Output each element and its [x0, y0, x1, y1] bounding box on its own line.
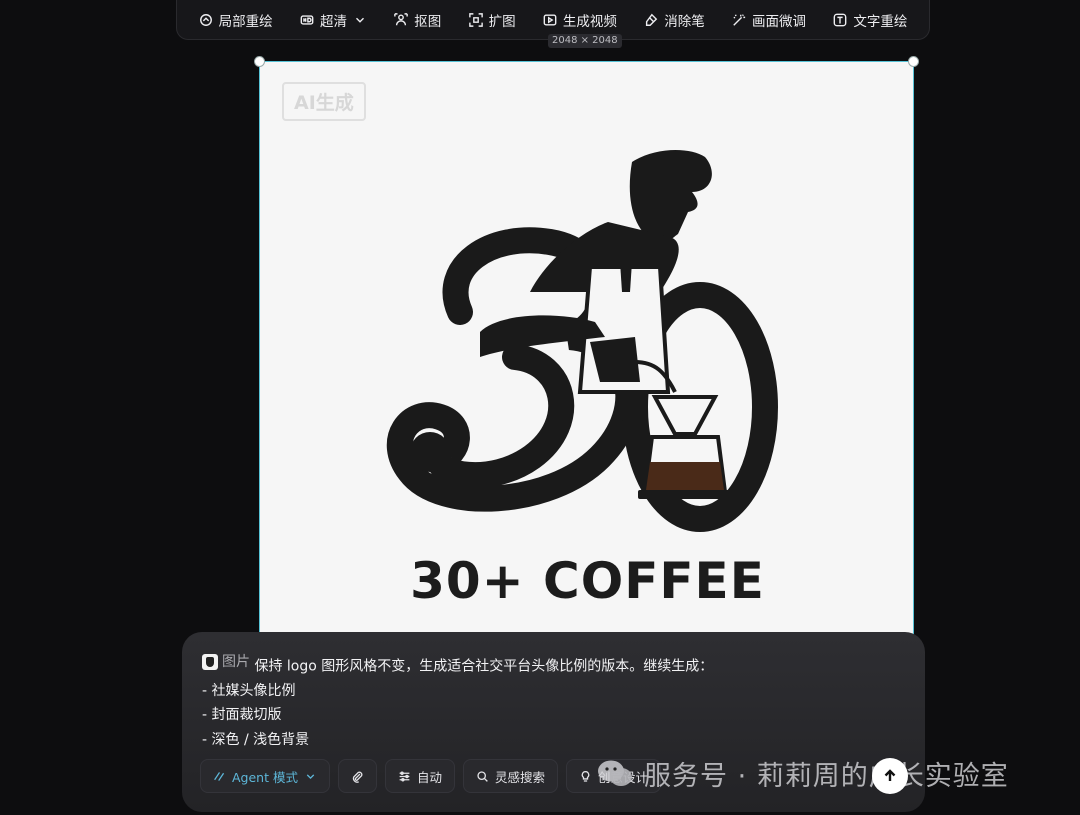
hd-icon [300, 14, 314, 25]
eraser-icon [646, 13, 658, 26]
hd-label: 超清 [319, 13, 347, 30]
text-redraw-button[interactable]: 文字重绘 [833, 10, 907, 30]
chevron-down-icon [306, 773, 315, 779]
three-ball-terminal [410, 432, 450, 472]
prompt-text: 保持 logo 图形风格不变，生成适合社交平台头像比例的版本。继续生成： [254, 658, 714, 675]
cutout-icon [394, 12, 409, 25]
fine-tune-button[interactable]: 画面微调 [732, 10, 806, 30]
resize-handle-top-left[interactable] [254, 56, 265, 67]
image-thumbnail [202, 654, 218, 671]
brand-text: 30+ COFFEE [410, 552, 765, 610]
expand-label: 扩图 [488, 13, 516, 30]
prompt-actions: Agent 模式 自动 灵感搜索 创意设计 [200, 759, 662, 793]
auto-label: 自动 [416, 769, 442, 785]
inpaint-button[interactable]: 局部重绘 [199, 10, 273, 30]
inspiration-search-button[interactable]: 灵感搜索 [463, 759, 559, 793]
prompt-bullet: - 封面裁切版 [202, 707, 282, 724]
agent-icon [214, 771, 225, 781]
carafe-base [638, 490, 730, 499]
resize-handle-top-right[interactable] [908, 56, 919, 67]
image-dimensions: 2048 × 2048 [548, 34, 622, 48]
carafe-coffee [646, 462, 724, 490]
text-icon [833, 13, 847, 26]
coffee-logo-graphic [386, 150, 778, 532]
eraser-label: 消除笔 [664, 13, 705, 30]
expand-icon [468, 12, 483, 27]
prompt-bullet: - 深色 / 浅色背景 [202, 731, 310, 748]
agent-mode-dropdown[interactable]: Agent 模式 [200, 759, 330, 793]
creative-design-button[interactable]: 创意设计 [566, 759, 662, 793]
send-button[interactable] [872, 758, 908, 794]
text-redraw-label: 文字重绘 [853, 13, 908, 30]
dripper [651, 395, 719, 436]
generate-video-button[interactable]: 生成视频 [543, 10, 617, 30]
creative-label: 创意设计 [598, 769, 649, 785]
cutout-label: 抠图 [414, 13, 442, 30]
expand-button[interactable]: 扩图 [468, 10, 516, 30]
inpaint-icon [199, 13, 212, 26]
agent-mode-label: Agent 模式 [232, 769, 298, 785]
prompt-first-line[interactable]: 图片 保持 logo 图形风格不变，生成适合社交平台头像比例的版本。继续生成： [202, 650, 905, 679]
wand-icon [733, 13, 746, 26]
play-video-icon [543, 13, 557, 26]
search-icon [477, 770, 488, 782]
chevron-down-icon [355, 17, 364, 23]
image-canvas[interactable]: AI生成 30+ COFFEE [259, 61, 914, 641]
bulb-icon [581, 770, 590, 782]
attach-button[interactable] [337, 759, 377, 793]
fine-tune-label: 画面微调 [752, 13, 807, 30]
image-reference-chip[interactable]: 图片 [202, 650, 250, 675]
inpaint-label: 局部重绘 [218, 13, 273, 30]
generate-video-label: 生成视频 [562, 13, 617, 30]
hd-upscale-button[interactable]: 超清 [300, 10, 367, 30]
prompt-bullet: - 社媒头像比例 [202, 682, 296, 699]
barista-head [629, 150, 712, 244]
eraser-button[interactable]: 消除笔 [644, 10, 705, 30]
paperclip-icon [352, 771, 363, 783]
cutout-button[interactable]: 抠图 [394, 10, 441, 30]
barista-tie [620, 262, 632, 292]
auto-settings-button[interactable]: 自动 [384, 759, 455, 793]
prompt-panel[interactable]: 图片 保持 logo 图形风格不变，生成适合社交平台头像比例的版本。继续生成： … [182, 632, 925, 812]
image-chip-label: 图片 [222, 654, 250, 670]
arrow-up-icon [884, 769, 896, 781]
sliders-icon [399, 771, 410, 781]
inspiration-label: 灵感搜索 [495, 769, 546, 785]
